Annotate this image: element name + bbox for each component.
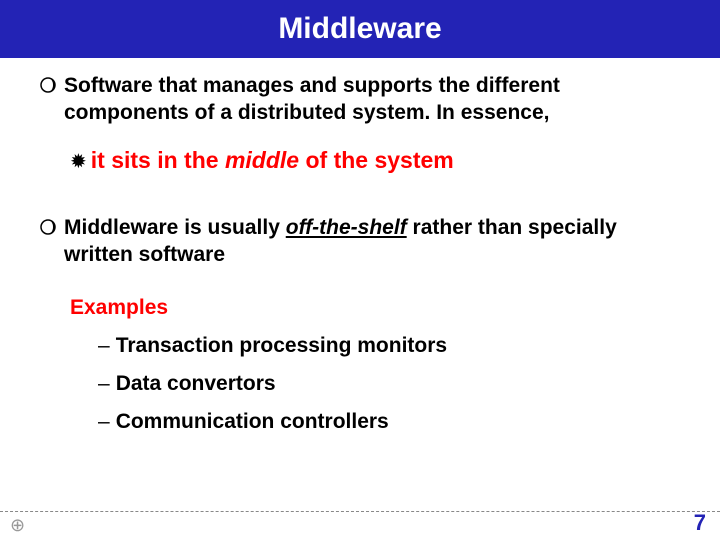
bullet-1: Software that manages and supports the d… [40, 72, 680, 127]
example-row: – Communication controllers [98, 410, 680, 434]
sub-red-suffix: of the system [299, 147, 454, 173]
slide-content: Software that manages and supports the d… [0, 58, 720, 434]
bullet-2: Middleware is usually off-the-shelf rath… [40, 214, 680, 269]
slide-number: 7 [694, 510, 706, 536]
dash-icon: – [98, 372, 110, 396]
example-text: Data convertors [116, 372, 276, 396]
example-text: Communication controllers [116, 410, 389, 434]
example-text: Transaction processing monitors [116, 334, 447, 358]
bullet2-prefix: Middleware is usually [64, 216, 286, 239]
sub-red-prefix: it sits in the [91, 147, 225, 173]
dash-icon: – [98, 410, 110, 434]
examples-block: Examples – Transaction processing monito… [70, 296, 680, 434]
gear-bullet-icon: ✹ [70, 149, 87, 174]
bullet2-underline: off-the-shelf [286, 216, 407, 239]
bullet-2-text: Middleware is usually off-the-shelf rath… [64, 214, 680, 269]
moon-bullet-icon [40, 219, 56, 235]
moon-bullet-icon [40, 77, 56, 93]
examples-label: Examples [70, 296, 680, 320]
example-row: – Transaction processing monitors [98, 334, 680, 358]
bullet-1-text: Software that manages and supports the d… [64, 72, 680, 127]
sub-red-italic: middle [225, 147, 299, 173]
footer-divider [0, 511, 720, 512]
title-bar: Middleware [0, 0, 720, 58]
sub-bullet: ✹ it sits in the middle of the system [70, 147, 680, 174]
sub-red-text: it sits in the middle of the system [91, 147, 454, 174]
example-row: – Data convertors [98, 372, 680, 396]
corner-crosshair-icon: ⊕ [10, 515, 25, 536]
slide-title: Middleware [278, 12, 441, 46]
dash-icon: – [98, 334, 110, 358]
